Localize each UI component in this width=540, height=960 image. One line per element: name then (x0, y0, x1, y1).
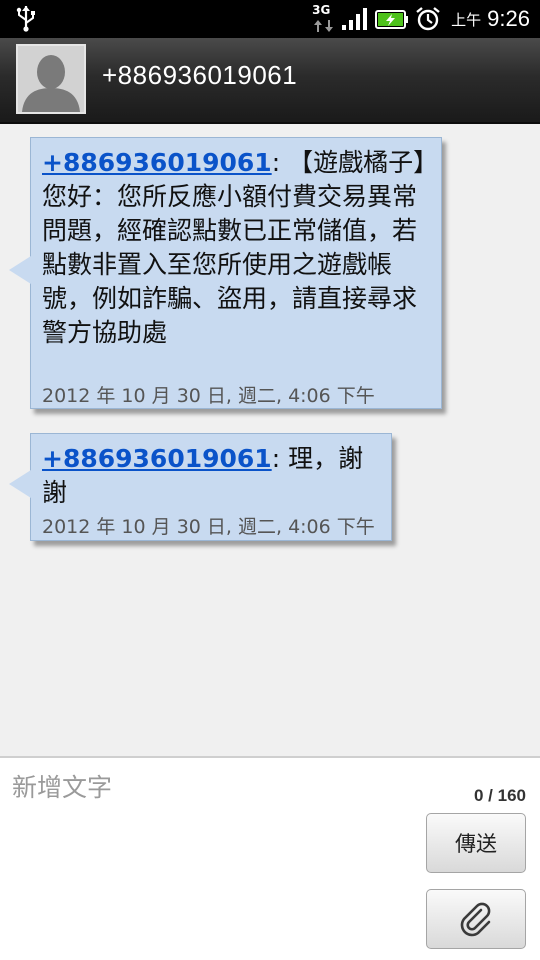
bubble-tail (9, 256, 31, 284)
sender-link[interactable]: +886936019061 (42, 148, 272, 177)
default-contact-avatar-icon[interactable] (16, 44, 86, 114)
status-bar: 3G 上午 9:26 (0, 0, 540, 38)
message-bubble[interactable]: +886936019061: 理，謝謝 2012 年 10 月 30 日, 週二… (9, 433, 392, 541)
compose-area: 0 / 160 傳送 (0, 756, 540, 960)
contact-number: +886936019061 (102, 60, 298, 90)
bubble-tail (9, 470, 31, 498)
alarm-icon (416, 7, 440, 31)
conversation-header: +886936019061 (0, 38, 540, 124)
sender-link[interactable]: +886936019061 (42, 444, 272, 473)
compose-input[interactable] (0, 758, 410, 960)
paperclip-icon (460, 902, 491, 937)
sender-separator: : (271, 148, 289, 177)
messaging-screen: 3G 上午 9:26 +886936019061 +886936019061: … (0, 0, 540, 960)
message-body: +886936019061: 【遊戲橘子】您好：您所反應小額付費交易異常問題，經… (42, 146, 426, 350)
clock-time: 9:26 (487, 6, 530, 31)
message-body: +886936019061: 理，謝謝 (42, 442, 382, 510)
3g-data-icon: 3G (311, 3, 335, 35)
message-text: 【遊戲橘子】您好：您所反應小額付費交易異常問題，經確認點數已正常儲值，若點數非置… (42, 148, 426, 347)
char-counter: 0 / 160 (474, 786, 526, 805)
message-list[interactable]: +886936019061: 【遊戲橘子】您好：您所反應小額付費交易異常問題，經… (0, 124, 540, 756)
network-type-label: 3G (312, 3, 331, 17)
attach-button[interactable] (426, 889, 526, 949)
battery-charging-icon (375, 10, 409, 29)
signal-icon (342, 8, 368, 30)
status-icons: 3G 上午 9:26 (311, 0, 530, 38)
send-button[interactable]: 傳送 (426, 813, 526, 873)
usb-icon (16, 6, 35, 32)
message-bubble[interactable]: +886936019061: 【遊戲橘子】您好：您所反應小額付費交易異常問題，經… (9, 137, 442, 409)
sender-separator: : (271, 444, 289, 473)
clock-ampm: 上午 (451, 10, 482, 29)
message-timestamp: 2012 年 10 月 30 日, 週二, 4:06 下午 (42, 385, 375, 407)
message-timestamp: 2012 年 10 月 30 日, 週二, 4:06 下午 (42, 516, 375, 538)
